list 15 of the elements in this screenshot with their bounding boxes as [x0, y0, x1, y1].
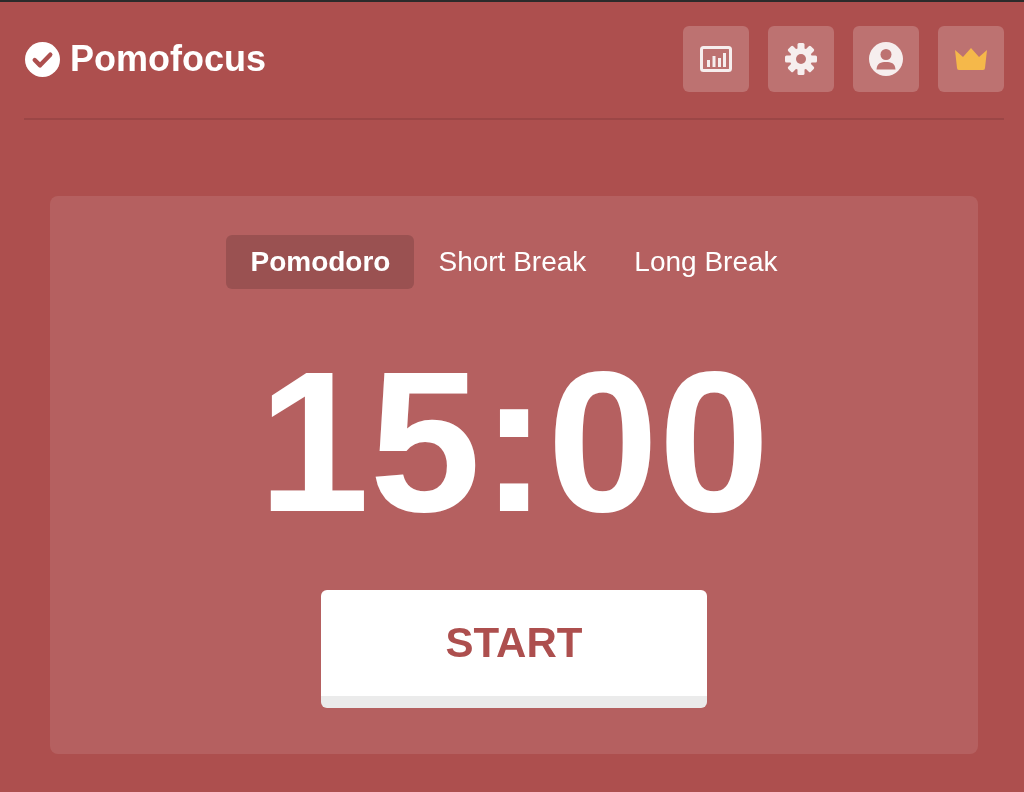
start-button[interactable]: START	[321, 590, 707, 708]
timer-display: 15:00	[258, 342, 770, 542]
settings-button[interactable]	[768, 26, 834, 92]
app-logo-text: Pomofocus	[70, 39, 266, 79]
bar-chart-icon	[700, 46, 732, 72]
mode-tab[interactable]: Short Break	[414, 235, 611, 289]
mode-tab[interactable]: Pomodoro	[226, 235, 415, 289]
check-circle-icon	[25, 41, 60, 77]
settings-icon	[785, 43, 817, 75]
report-button[interactable]	[683, 26, 749, 92]
account-button[interactable]	[853, 26, 919, 92]
premium-button[interactable]	[938, 26, 1004, 92]
crown-icon	[954, 48, 988, 70]
mode-tab[interactable]: Long Break	[610, 235, 802, 289]
user-icon	[869, 42, 903, 76]
